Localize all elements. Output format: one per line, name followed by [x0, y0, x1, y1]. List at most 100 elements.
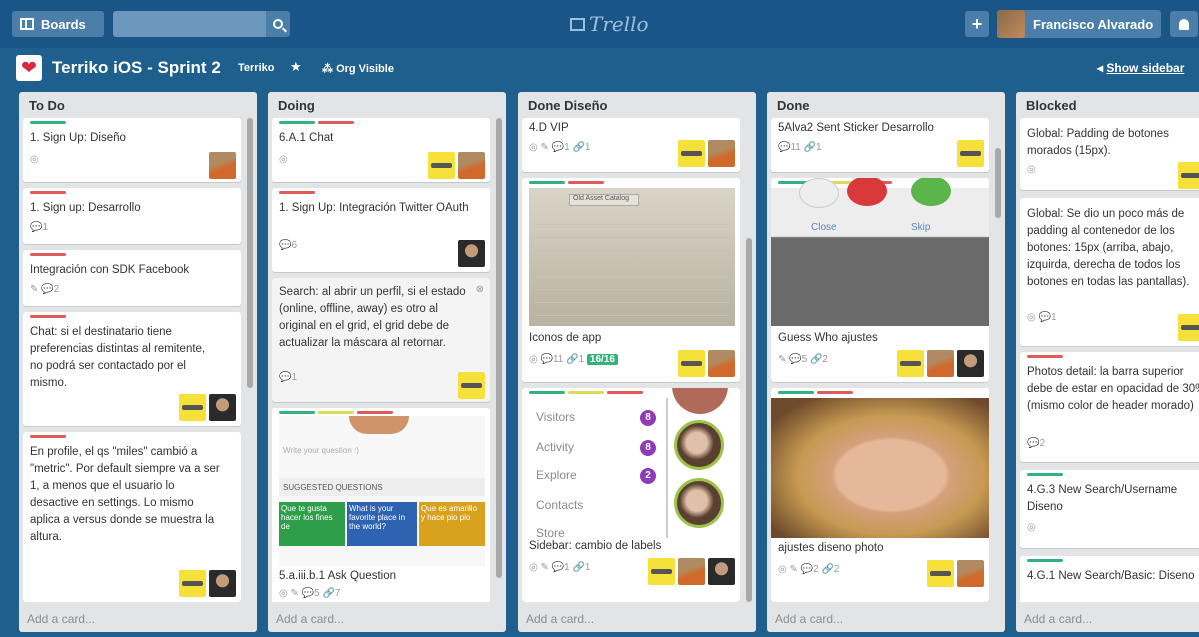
card-title: Chat: si el destinatario tiene preferenc…	[30, 326, 206, 389]
member-avatar	[179, 570, 206, 597]
card-title: Integración con SDK Facebook	[30, 264, 190, 276]
list-card[interactable]: Old Asset Catalog Iconos de app ◎ 💬11 🔗1…	[522, 178, 740, 382]
list-cards: 6.A.1 Chat ◎ 1. Sign Up: Integración Twi…	[272, 118, 502, 602]
card-badges: 💬1	[30, 222, 49, 233]
card-badges: ◎ ✎ 💬5 🔗7	[279, 588, 341, 599]
scrollbar[interactable]	[247, 118, 253, 602]
user-menu[interactable]: Francisco Alvarado	[997, 10, 1162, 38]
card-title: Global: Padding de botones morados (15px…	[1027, 128, 1169, 157]
add-button[interactable]: +	[965, 11, 989, 37]
label-red	[30, 191, 66, 194]
label-green	[279, 411, 315, 414]
card-badges: ◎ ✎ 💬1 🔗1	[529, 562, 591, 573]
list-cards: 5Alva2 Sent Sticker Desarrollo 💬11 🔗1 Cl…	[771, 118, 1001, 602]
list-card[interactable]: Chat: si el destinatario tiene preferenc…	[23, 312, 241, 426]
list-doing: Doing 6.A.1 Chat ◎ 1. Sign Up: Integraci…	[268, 92, 506, 632]
list-card[interactable]: Global: Se dio un poco más de padding al…	[1020, 198, 1199, 346]
list-card[interactable]: ajustes diseno photo ◎ ✎ 💬2 🔗2	[771, 388, 989, 602]
card-badges: ◎ 💬1	[1027, 312, 1057, 323]
label-green	[529, 391, 565, 394]
list-card[interactable]: 5Alva2 Sent Sticker Desarrollo 💬11 🔗1	[771, 118, 989, 172]
boards-button[interactable]: Boards	[12, 11, 104, 37]
add-card-link[interactable]: Add a card...	[526, 612, 594, 626]
scrollbar[interactable]	[995, 118, 1001, 602]
list-card[interactable]: Close Skip Guess Who ajustes ✎ 💬5 🔗2	[771, 178, 989, 382]
list-card[interactable]: En profile, el qs "miles" cambió a "metr…	[23, 432, 241, 602]
search-icon	[273, 19, 283, 29]
list-title: Done	[777, 98, 810, 113]
card-title: Photos detail: la barra superior debe de…	[1027, 366, 1199, 412]
member-avatar	[708, 140, 735, 167]
notifications-button[interactable]	[1170, 11, 1198, 37]
card-title: En profile, el qs "miles" cambió a "metr…	[30, 446, 220, 543]
list-card[interactable]: 4.G.1 New Search/Basic: Diseno	[1020, 556, 1199, 602]
label-red	[817, 391, 853, 394]
plus-icon: +	[971, 13, 983, 34]
list-card[interactable]: 4.D VIP ◎ ✎ 💬1 🔗1	[522, 118, 740, 172]
close-icon[interactable]: ⊗	[476, 284, 484, 295]
card-badges: ◎ ✎ 💬1 🔗1	[529, 142, 591, 153]
list-card[interactable]: Visitors 8 Activity 8 Explore 2 Contacts…	[522, 388, 740, 602]
list-card[interactable]: Integración con SDK Facebook ✎ 💬2	[23, 250, 241, 306]
list-card[interactable]: 1. Sign up: Desarrollo 💬1	[23, 188, 241, 244]
list-card[interactable]: Photos detail: la barra superior debe de…	[1020, 352, 1199, 462]
list-card[interactable]: Write your question :) SUGGESTED QUESTIO…	[272, 408, 490, 602]
bell-icon	[1179, 18, 1189, 30]
list-card[interactable]: 4.G.3 New Search/Username Diseno ◎	[1020, 470, 1199, 548]
add-card-link[interactable]: Add a card...	[276, 612, 344, 626]
card-title: Guess Who ajustes	[778, 332, 878, 344]
search-input[interactable]	[113, 11, 266, 37]
card-badges: ◎ ✎ 💬2 🔗2	[778, 564, 840, 575]
member-avatar	[458, 152, 485, 179]
card-badges: ✎ 💬2	[30, 284, 60, 295]
org-link[interactable]: Terriko	[238, 62, 274, 74]
list-card[interactable]: 1. Sign Up: Diseño ◎	[23, 118, 241, 182]
label-red	[30, 253, 66, 256]
add-card-link[interactable]: Add a card...	[775, 612, 843, 626]
add-card-link[interactable]: Add a card...	[27, 612, 95, 626]
card-title: Iconos de app	[529, 332, 602, 344]
member-avatar	[179, 394, 206, 421]
card-badges: ◎	[1027, 164, 1036, 175]
member-avatar	[678, 140, 705, 167]
label-red	[607, 391, 643, 394]
card-title: Global: Se dio un poco más de padding al…	[1027, 208, 1190, 288]
arrow-left-icon: ◂	[1097, 61, 1107, 75]
card-badges: ◎	[1027, 522, 1036, 533]
card-title: 1. Sign up: Desarrollo	[30, 202, 141, 214]
label-green	[1027, 473, 1063, 476]
member-avatar	[458, 240, 485, 267]
scrollbar[interactable]	[746, 118, 752, 602]
board-title[interactable]: Terriko iOS - Sprint 2	[52, 58, 221, 78]
label-green	[778, 391, 814, 394]
scrollbar[interactable]	[496, 118, 502, 602]
list-title: Doing	[278, 98, 315, 113]
search-button[interactable]	[266, 11, 290, 37]
list-blocked: Blocked Global: Padding de botones morad…	[1016, 92, 1199, 632]
visibility-button[interactable]: ⁂ Org Visible	[322, 62, 394, 75]
list-card[interactable]: Search: al abrir un perfil, si el estado…	[272, 278, 490, 402]
user-name: Francisco Alvarado	[1033, 16, 1154, 32]
card-title: 4.D VIP	[529, 122, 569, 134]
checklist-badge: 16/16	[586, 354, 618, 365]
card-title: 4.G.3 New Search/Username Diseno	[1027, 484, 1178, 513]
star-icon[interactable]: ★	[290, 59, 302, 75]
list-card[interactable]: 6.A.1 Chat ◎	[272, 118, 490, 182]
trello-logo[interactable]: Trello	[570, 12, 649, 36]
label-red	[30, 315, 66, 318]
label-red	[1027, 355, 1063, 358]
card-badges: ✎ 💬5 🔗2	[778, 354, 828, 365]
card-badges: 💬11 🔗1	[778, 142, 822, 153]
boards-icon	[20, 18, 34, 30]
show-sidebar-link[interactable]: ◂ Show sidebar	[1097, 61, 1184, 75]
label-green	[279, 121, 315, 124]
list-card[interactable]: 1. Sign Up: Integración Twitter OAuth 💬6	[272, 188, 490, 272]
heart-icon: ❤	[16, 55, 42, 81]
card-cover-image: Old Asset Catalog	[529, 188, 735, 326]
add-card-link[interactable]: Add a card...	[1024, 612, 1092, 626]
board-header: ❤ Terriko iOS - Sprint 2 Terriko ★ ⁂ Org…	[0, 48, 1199, 88]
card-cover-image	[771, 398, 989, 538]
label-red	[318, 121, 354, 124]
card-cover-image: Visitors 8 Activity 8 Explore 2 Contacts…	[522, 388, 740, 540]
list-card[interactable]: Global: Padding de botones morados (15px…	[1020, 118, 1199, 190]
